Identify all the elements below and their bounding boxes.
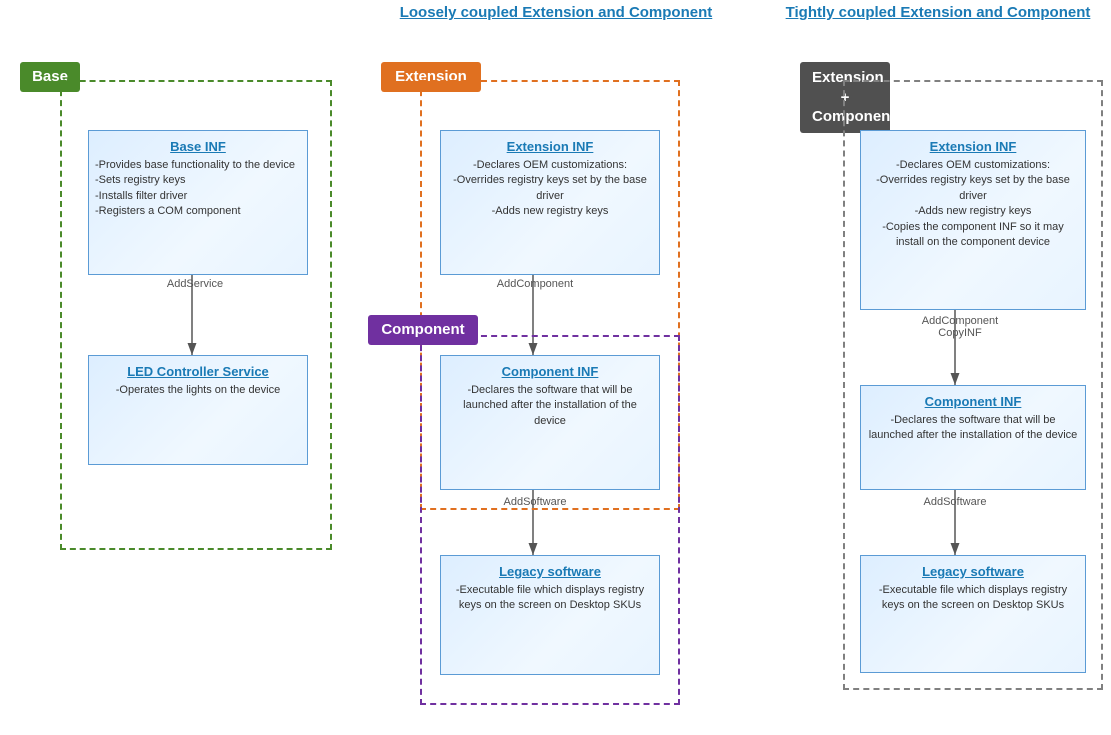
legacy-software-loose-text: -Executable file which displays registry… <box>447 583 653 614</box>
extension-inf-tight-box: Extension INF -Declares OEM customizatio… <box>860 130 1086 310</box>
component-inf-loose-box: Component INF -Declares the software tha… <box>440 355 660 490</box>
legacy-software-tight-text: -Executable file which displays registry… <box>867 583 1079 614</box>
add-component-tight-label: AddComponent CopyINF <box>900 315 1020 339</box>
add-software-loose-label: AddSoftware <box>480 496 590 508</box>
add-software-tight-label: AddSoftware <box>900 496 1010 508</box>
led-service-text: -Operates the lights on the device <box>95 383 301 398</box>
add-service-label: AddService <box>155 278 235 290</box>
component-inf-loose-text: -Declares the software that will be laun… <box>447 383 653 429</box>
extension-inf-tight-text: -Declares OEM customizations:-Overrides … <box>867 158 1079 250</box>
component-inf-tight-box: Component INF -Declares the software tha… <box>860 385 1086 490</box>
loosely-coupled-title: Loosely coupled Extension and Component <box>381 4 731 21</box>
legacy-software-loose-box: Legacy software -Executable file which d… <box>440 555 660 675</box>
legacy-software-tight-box: Legacy software -Executable file which d… <box>860 555 1086 673</box>
extension-inf-loose-text: -Declares OEM customizations:-Overrides … <box>447 158 653 220</box>
extension-inf-loose-box: Extension INF -Declares OEM customizatio… <box>440 130 660 275</box>
led-service-box: LED Controller Service -Operates the lig… <box>88 355 308 465</box>
base-inf-box: Base INF -Provides base functionality to… <box>88 130 308 275</box>
tightly-coupled-title: Tightly coupled Extension and Component <box>768 4 1108 21</box>
diagram-container: Loosely coupled Extension and Component … <box>0 0 1111 735</box>
component-inf-tight-text: -Declares the software that will be laun… <box>867 413 1079 444</box>
add-component-loose-label: AddComponent <box>480 278 590 290</box>
base-inf-text: -Provides base functionality to the devi… <box>95 158 301 220</box>
